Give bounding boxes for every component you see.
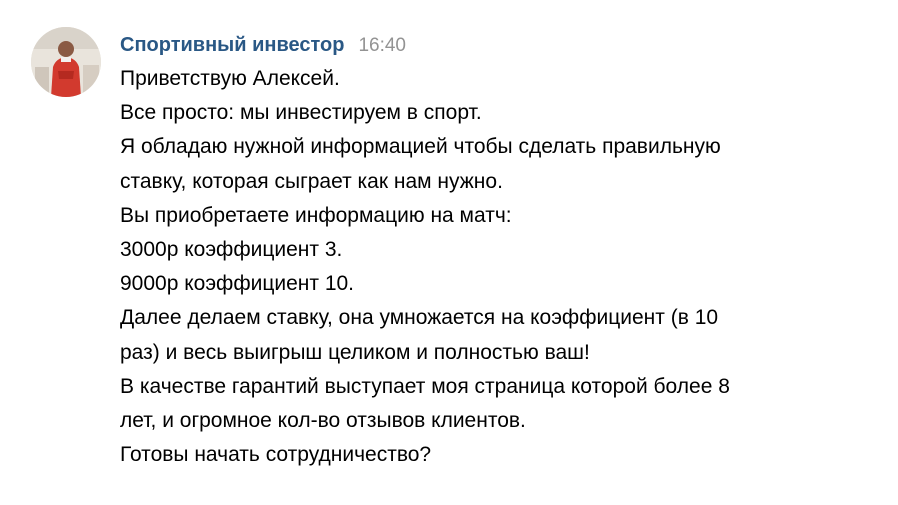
message-text: Приветствую Алексей. Все просто: мы инве…	[120, 62, 890, 472]
chat-message: Спортивный инвестор 16:40 Приветствую Ал…	[0, 0, 898, 505]
message-line: В качестве гарантий выступает моя страни…	[120, 374, 730, 398]
message-line: Готовы начать сотрудничество?	[120, 443, 432, 467]
message-line: ставку, которая сыграет как нам нужно.	[120, 169, 503, 193]
message-line: Приветствую Алексей.	[120, 67, 340, 90]
message-line: Все просто: мы инвестируем в спорт.	[120, 101, 482, 125]
message-line: 9000р коэффициент 10.	[120, 272, 355, 296]
message-timestamp[interactable]: 16:40	[358, 35, 406, 57]
message-line: Я обладаю нужной информацией чтобы сдела…	[120, 135, 721, 159]
message-line: раз) и весь выигрыш целиком и полностью …	[120, 340, 590, 364]
message-header: Спортивный инвестор 16:40	[120, 34, 406, 62]
message-line: 3000р коэффициент 3.	[120, 238, 343, 262]
message-line: Далее делаем ставку, она умножается на к…	[120, 306, 719, 330]
author-name-link[interactable]: Спортивный инвестор	[120, 34, 344, 57]
avatar-image	[31, 27, 101, 97]
message-line: лет, и огромное кол-во отзывов клиентов.	[120, 409, 526, 433]
user-avatar-photo[interactable]	[31, 27, 101, 97]
message-line: Вы приобретаете информацию на матч:	[120, 203, 512, 227]
